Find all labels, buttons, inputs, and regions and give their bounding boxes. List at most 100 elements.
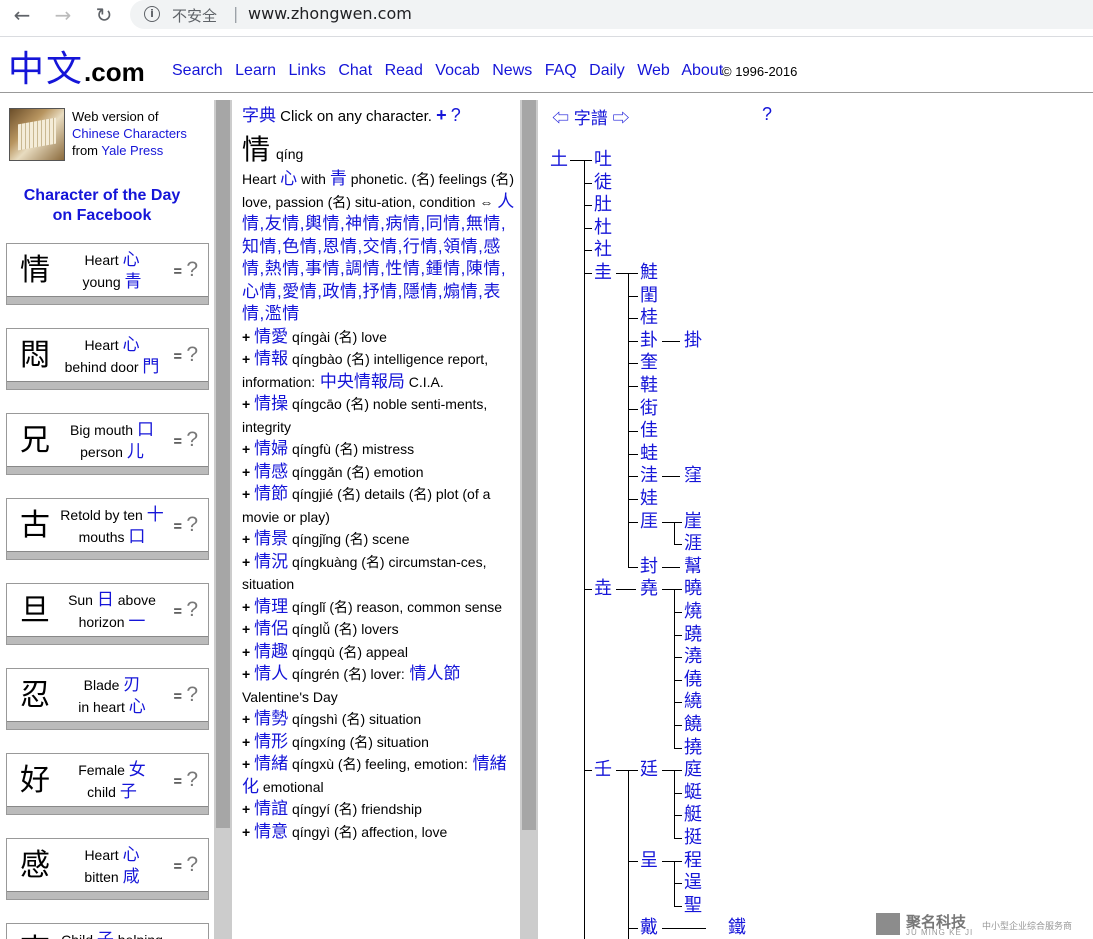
tree-character[interactable]: 街 [640,398,658,420]
site-logo[interactable]: 中文.com [8,40,145,90]
entry-word[interactable]: 情況 [254,552,288,571]
tree-character[interactable]: 鮭 [640,262,658,284]
entry-word[interactable]: 情節 [254,484,288,503]
nav-chat[interactable]: Chat [338,62,372,79]
tree-character[interactable]: 曉 [684,578,702,600]
card-character[interactable]: 李 [15,930,55,939]
nav-links[interactable]: Links [289,62,326,79]
entry-word[interactable]: 情婦 [254,439,288,458]
tree-character[interactable]: 閨 [640,285,658,307]
character-card[interactable]: 悶 Heart 心 behind door 門 = ? [6,328,209,390]
tree-character[interactable]: 逞 [684,872,702,894]
question-mark[interactable]: ? [186,513,198,536]
tree-character[interactable]: 呈 [640,850,658,872]
card-character[interactable]: 感 [15,845,55,887]
tree-character[interactable]: 廷 [640,759,658,781]
component-char[interactable]: 子 [97,930,114,939]
tree-character[interactable]: 鞋 [640,375,658,397]
tree-character[interactable]: 程 [684,850,702,872]
book-cover-image[interactable] [9,108,65,161]
card-character[interactable]: 忍 [15,675,55,717]
component-link[interactable]: 青 [330,169,347,188]
nav-faq[interactable]: FAQ [545,62,577,79]
component-char[interactable]: 心 [129,697,146,716]
tree-character[interactable]: 鐵 [728,917,746,939]
component-char[interactable]: 心 [123,335,140,354]
character-card[interactable]: 感 Heart 心 bitten 咸 = ? [6,838,209,900]
tree-character[interactable]: 佳 [640,420,658,442]
tree-character[interactable]: 聖 [684,895,702,917]
component-char[interactable]: 口 [128,527,145,546]
component-char[interactable]: 子 [120,782,137,801]
question-mark[interactable]: ? [186,428,198,451]
nav-daily[interactable]: Daily [589,62,625,79]
entry-word[interactable]: 情愛 [254,327,288,346]
tree-character[interactable]: 繞 [684,691,702,713]
expand-icon[interactable]: + [242,486,254,502]
tree-character[interactable]: 奎 [640,352,658,374]
entry-word[interactable]: 情感 [254,462,288,481]
question-mark[interactable]: ? [186,768,198,791]
expand-icon[interactable]: + [242,824,254,840]
character-card[interactable]: 情 Heart 心 young 青 = ? [6,243,209,305]
expand-icon[interactable]: + [242,531,254,547]
info-icon[interactable]: i [144,6,160,22]
expand-icon[interactable]: + [242,396,254,412]
component-char[interactable]: 十 [147,505,164,524]
tree-character[interactable]: 洼 [640,465,658,487]
book-title-link[interactable]: Chinese Characters [72,125,187,142]
dictionary-help-button[interactable]: ? [451,105,461,125]
tree-character[interactable]: 桂 [640,307,658,329]
character-card[interactable]: 李Child 子 helping = ? [6,923,209,939]
headword-char[interactable]: 情 [242,133,270,166]
expand-icon[interactable]: + [242,734,254,750]
expand-icon[interactable]: + [242,711,254,727]
tree-character[interactable]: 蛙 [640,443,658,465]
component-char[interactable]: 口 [137,420,154,439]
question-mark[interactable]: ? [186,683,198,706]
tree-character[interactable]: 肚 [594,194,612,216]
left-panel-scrollbar[interactable] [214,100,232,939]
entry-word[interactable]: 情形 [254,732,288,751]
entry-word[interactable]: 情誼 [254,799,288,818]
tree-character[interactable]: 垚 [594,578,612,600]
card-character[interactable]: 兄 [15,420,55,462]
expand-icon[interactable]: + [242,756,254,772]
tree-character[interactable]: 壬 [594,759,612,781]
tree-character[interactable]: 娃 [640,488,658,510]
tree-character[interactable]: 挺 [684,827,702,849]
forward-arrow-icon[interactable]: → [50,2,76,28]
tree-character[interactable]: 社 [594,239,612,261]
entry-word[interactable]: 情緒 [254,754,288,773]
card-character[interactable]: 旦 [15,590,55,632]
nav-web[interactable]: Web [637,62,670,79]
expand-icon[interactable]: + [242,644,254,660]
component-char[interactable]: 一 [128,612,145,631]
tree-character[interactable]: 蜓 [684,782,702,804]
tree-character[interactable]: 吐 [594,149,612,171]
entry-word[interactable]: 情勢 [254,709,288,728]
entry-word[interactable]: 情理 [254,597,288,616]
nav-search[interactable]: Search [172,62,223,79]
component-char[interactable]: 刃 [123,675,140,694]
tree-character[interactable]: 庭 [684,759,702,781]
entry-example[interactable]: 中央情報局 [315,372,405,391]
entry-example[interactable]: 情人節 [405,664,461,683]
expand-icon[interactable]: + [242,464,254,480]
component-char[interactable]: 心 [123,845,140,864]
tree-character[interactable]: 杜 [594,217,612,239]
card-character[interactable]: 好 [15,760,55,802]
tree-character[interactable]: 幫 [684,556,702,578]
middle-panel-scrollbar[interactable] [520,100,538,939]
question-mark[interactable]: ? [186,258,198,281]
tree-character[interactable]: 卦 [640,330,658,352]
card-character[interactable]: 悶 [15,335,55,377]
tree-character[interactable]: 撓 [684,737,702,759]
nav-learn[interactable]: Learn [235,62,276,79]
tree-character[interactable]: 窪 [684,465,702,487]
character-card[interactable]: 兄 Big mouth 口 person 儿 = ? [6,413,209,475]
tree-character[interactable]: 僥 [684,669,702,691]
character-card[interactable]: 旦 Sun 日 above horizon 一 = ? [6,583,209,645]
tree-character[interactable]: 堯 [640,578,658,600]
back-arrow-icon[interactable]: ← [9,2,35,28]
